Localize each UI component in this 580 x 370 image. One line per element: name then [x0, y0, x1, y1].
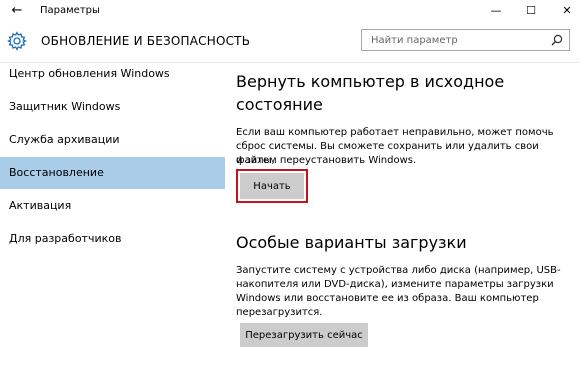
reset-description-line3: и затем переустановить Windows.	[236, 155, 417, 166]
search-box[interactable]	[361, 29, 570, 51]
gear-icon	[7, 31, 27, 51]
main-content: Вернуть компьютер в исходное состояние Е…	[236, 63, 571, 370]
close-icon[interactable]: ✕	[559, 3, 575, 19]
advanced-startup-heading: Особые варианты загрузки	[236, 233, 467, 252]
sidebar-item-activation[interactable]: Активация	[0, 190, 225, 222]
start-reset-button[interactable]: Начать	[240, 173, 304, 199]
back-arrow-icon[interactable]: ←	[10, 4, 24, 18]
minimize-icon[interactable]: —	[488, 3, 504, 19]
reset-heading-line1: Вернуть компьютер в исходное	[236, 72, 505, 91]
settings-header: ОБНОВЛЕНИЕ И БЕЗОПАСНОСТЬ	[0, 22, 580, 63]
reset-description-line1: Если ваш компьютер работает неправильно,…	[236, 127, 554, 138]
reset-heading-line2: состояние	[236, 95, 323, 114]
restart-now-button[interactable]: Перезагрузить сейчас	[240, 323, 368, 347]
search-input[interactable]	[362, 30, 551, 50]
sidebar-item-backup[interactable]: Служба архивации	[0, 124, 225, 156]
sidebar-item-recovery[interactable]: Восстановление	[0, 157, 225, 189]
maximize-icon[interactable]: ☐	[523, 3, 539, 19]
advanced-description-line1: Запустите систему с устройства либо диск…	[236, 265, 561, 276]
sidebar-item-windows-update[interactable]: Центр обновления Windows	[0, 58, 225, 90]
sidebar-item-windows-defender[interactable]: Защитник Windows	[0, 91, 225, 123]
advanced-description-line4: перезагрузится.	[236, 307, 323, 318]
sidebar: Центр обновления Windows Защитник Window…	[0, 63, 225, 370]
section-title: ОБНОВЛЕНИЕ И БЕЗОПАСНОСТЬ	[41, 34, 251, 48]
sidebar-item-developers[interactable]: Для разработчиков	[0, 223, 225, 255]
window-title: Параметры	[40, 5, 100, 16]
search-icon[interactable]	[551, 34, 563, 46]
advanced-description-line2: накопителя или DVD-диска), измените пара…	[236, 279, 554, 290]
advanced-description-line3: Windows или восстановите ее из образа. В…	[236, 293, 539, 304]
title-bar: ← Параметры — ☐ ✕	[0, 0, 580, 22]
